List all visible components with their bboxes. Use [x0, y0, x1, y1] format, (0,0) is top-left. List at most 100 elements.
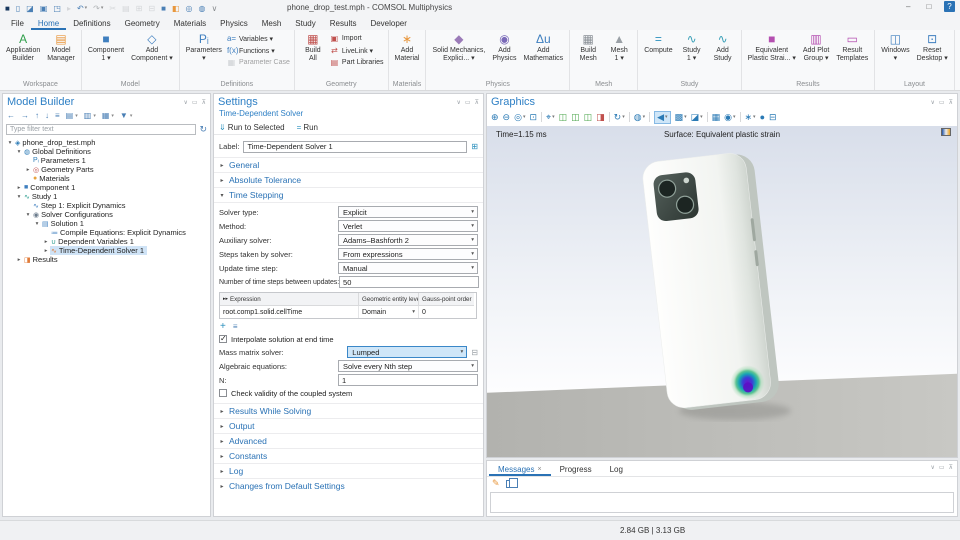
- model-tree-nodes-icon[interactable]: ▥▾: [84, 111, 96, 120]
- column-header-expression[interactable]: ▸▸Expression: [220, 293, 359, 306]
- zoom-box-icon[interactable]: ◎▾: [514, 112, 525, 123]
- close-tab-icon[interactable]: ×: [537, 466, 541, 473]
- undo-button[interactable]: ↶▾: [77, 4, 87, 13]
- tree-item-materials[interactable]: ●Materials: [3, 174, 210, 183]
- panel-float-icon[interactable]: ▭: [192, 99, 198, 106]
- new-file-button[interactable]: ▯: [16, 4, 20, 13]
- mesh-1-button[interactable]: ▲Mesh 1 ▾: [605, 32, 633, 64]
- open-file-button[interactable]: ◪: [26, 4, 34, 13]
- filter-icon[interactable]: ▼▾: [120, 111, 132, 120]
- label-input[interactable]: Time-Dependent Solver 1: [243, 141, 467, 153]
- tree-item-parameters-1[interactable]: PᵢParameters 1: [3, 156, 210, 165]
- panel-pin-icon[interactable]: ⊼: [475, 99, 479, 106]
- help-button[interactable]: ?: [944, 1, 955, 12]
- add-row-button[interactable]: +: [220, 321, 226, 332]
- add-component-button[interactable]: ◇Add Component ▾: [129, 32, 175, 64]
- tab-results[interactable]: Results: [323, 18, 364, 30]
- panel-menu-icon[interactable]: ∨: [931, 99, 935, 106]
- panel-float-icon[interactable]: ▭: [939, 99, 945, 106]
- section-general[interactable]: ▸ General: [214, 157, 483, 172]
- section-constants[interactable]: ▸ Constants: [214, 448, 483, 463]
- tree-item-global-definitions[interactable]: ▾◍Global Definitions: [3, 147, 210, 156]
- mass-matrix-edit-icon[interactable]: ⊟: [471, 348, 478, 357]
- copy-icon[interactable]: [506, 480, 513, 488]
- result-templates-button[interactable]: ▭Result Templates: [834, 32, 870, 64]
- tree-item-compile-equations-explicit-dynamics[interactable]: ≔Compile Equations: Explicit Dynamics: [3, 228, 210, 237]
- add-plot-group-button[interactable]: ▥Add Plot Group ▾: [801, 32, 831, 64]
- view-xy-icon[interactable]: ◫: [559, 112, 568, 123]
- save-button[interactable]: ▣: [40, 4, 48, 13]
- algebraic-equations-select[interactable]: Solve every Nth step▾: [338, 360, 478, 372]
- livelink-button[interactable]: ⇄LiveLink ▾: [330, 45, 384, 56]
- back-icon[interactable]: ←: [7, 111, 15, 120]
- filter-input[interactable]: Type filter text: [6, 124, 196, 135]
- tree-expander-icon[interactable]: ▾: [15, 149, 23, 155]
- section-absolute-tolerance[interactable]: ▸ Absolute Tolerance: [214, 172, 483, 187]
- tab-geometry[interactable]: Geometry: [118, 18, 167, 30]
- tree-item-geometry-parts[interactable]: ▸◎Geometry Parts: [3, 165, 210, 174]
- move-down-icon[interactable]: ↓: [45, 111, 49, 120]
- forward-icon[interactable]: →: [21, 111, 29, 120]
- refresh-icon[interactable]: ↻: [199, 124, 207, 135]
- import-button[interactable]: ▣Import: [330, 33, 384, 44]
- tab-materials[interactable]: Materials: [167, 18, 213, 30]
- parameters-button[interactable]: PᵢParameters ▾: [184, 32, 224, 64]
- run-to-selected-button[interactable]: ⇓ Run to Selected: [219, 123, 285, 132]
- tab-home[interactable]: Home: [31, 18, 66, 30]
- delete-button[interactable]: ■: [161, 4, 166, 13]
- tree-expander-icon[interactable]: ▸: [42, 248, 50, 254]
- tab-file[interactable]: File: [4, 18, 31, 30]
- zoom-extents-button[interactable]: ◎: [185, 4, 192, 13]
- tree-item-step-1-explicit-dynamics[interactable]: ∿Step 1: Explicit Dynamics: [3, 201, 210, 210]
- zoom-selected-button[interactable]: ◍: [198, 4, 205, 13]
- view-yz-icon[interactable]: ◫: [571, 112, 580, 123]
- build-all-button[interactable]: ▦Build All: [299, 32, 327, 64]
- solver-type-select[interactable]: Explicit▾: [338, 206, 478, 218]
- column-header-geometric-entity-level[interactable]: Geometric entity level: [359, 293, 419, 306]
- table-row[interactable]: root.comp1.solid.cellTime Domain▾ 0: [220, 306, 476, 318]
- variables-button[interactable]: a=Variables ▾: [227, 33, 290, 44]
- minimize-button[interactable]: –: [906, 2, 910, 11]
- tree-item-solver-configurations[interactable]: ▾◉Solver Configurations: [3, 210, 210, 219]
- customize-toolbar-button[interactable]: ∨: [211, 4, 217, 13]
- component-1-button[interactable]: ■Component 1 ▾: [86, 32, 126, 64]
- section-time-stepping[interactable]: ▾ Time Stepping: [214, 187, 483, 202]
- add-study-button[interactable]: ∿Add Study: [709, 32, 737, 64]
- study-1-button[interactable]: ∿Study 1 ▾: [678, 32, 706, 64]
- selection-icon[interactable]: ◉▾: [724, 112, 735, 123]
- label-id-icon[interactable]: ⊞: [471, 142, 478, 151]
- tab-physics[interactable]: Physics: [213, 18, 255, 30]
- windows-button[interactable]: ◫Windows ▾: [879, 32, 911, 64]
- build-mesh-button[interactable]: ▦Build Mesh: [574, 32, 602, 64]
- parameter-case-button[interactable]: ▦Parameter Case: [227, 57, 290, 68]
- tree-item-study-1[interactable]: ▾∿Study 1: [3, 192, 210, 201]
- panel-pin-icon[interactable]: ⊼: [202, 99, 206, 106]
- panel-menu-icon[interactable]: ∨: [931, 464, 935, 471]
- section-log[interactable]: ▸ Log: [214, 463, 483, 478]
- tree-item-time-dependent-solver-1[interactable]: ▸∿Time-Dependent Solver 1: [3, 246, 210, 255]
- equivalent-plastic-strain-button[interactable]: ■Equivalent Plastic Strai... ▾: [746, 32, 798, 64]
- gauss-order-cell[interactable]: 0: [419, 306, 474, 318]
- save-as-button[interactable]: ◳: [53, 4, 61, 13]
- redo-button[interactable]: ↷▾: [93, 4, 103, 13]
- scene-light-icon[interactable]: ◍▾: [634, 112, 645, 123]
- image-snapshot-icon[interactable]: ◨: [596, 112, 605, 123]
- add-material-button[interactable]: ∗Add Material: [393, 32, 422, 64]
- steps-between-updates-input[interactable]: 50: [339, 276, 479, 288]
- tree-item-component-1[interactable]: ▸■Component 1: [3, 183, 210, 192]
- move-up-icon[interactable]: ↑: [35, 111, 39, 120]
- copy-button[interactable]: ▤: [122, 4, 130, 13]
- solid-mechanics-explicit-button[interactable]: ◆Solid Mechanics, Explici... ▾: [430, 32, 487, 64]
- tree-item-phone-drop-test-mph[interactable]: ▾◈phone_drop_test.mph: [3, 138, 210, 147]
- maximize-button[interactable]: □: [926, 2, 931, 11]
- panel-menu-icon[interactable]: ∨: [184, 99, 188, 106]
- tree-item-dependent-variables-1[interactable]: ▸∪Dependent Variables 1: [3, 237, 210, 246]
- expand-levels-icon[interactable]: ▤▾: [66, 111, 78, 120]
- panel-menu-icon[interactable]: ∨: [457, 99, 461, 106]
- section-advanced[interactable]: ▸ Advanced: [214, 433, 483, 448]
- color-legend-icon[interactable]: [941, 128, 951, 136]
- reset-window-button[interactable]: ◧: [172, 4, 180, 13]
- panel-float-icon[interactable]: ▭: [939, 464, 945, 471]
- add-physics-button[interactable]: ◉Add Physics: [490, 32, 518, 64]
- tree-expander-icon[interactable]: ▸: [15, 257, 23, 263]
